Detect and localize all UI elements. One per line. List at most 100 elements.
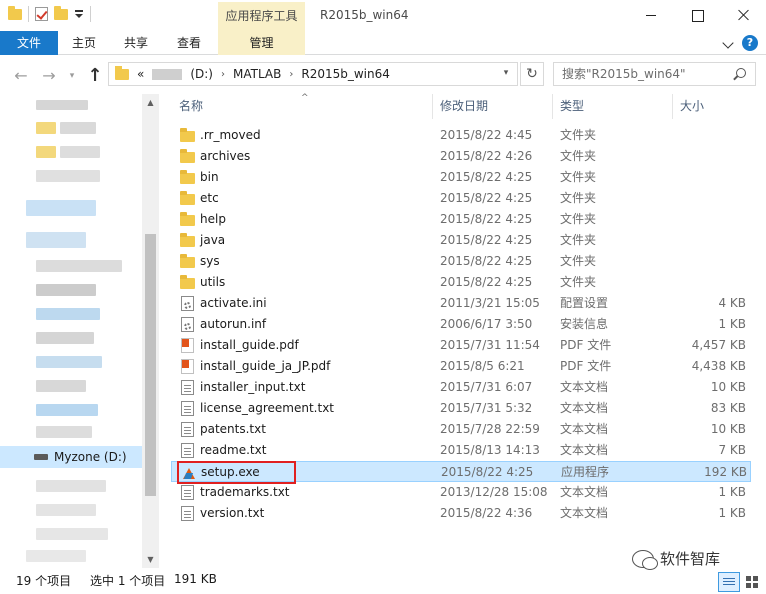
file-type: 应用程序 (561, 465, 610, 479)
search-icon[interactable] (736, 68, 746, 78)
blurred-nav-item (60, 146, 100, 158)
file-date: 2015/8/22 4:25 (441, 465, 534, 479)
file-type: 文件夹 (560, 275, 597, 289)
file-row[interactable]: etc 2015/8/22 4:25 文件夹 (171, 188, 751, 209)
drive-icon (34, 454, 48, 460)
scroll-up-icon[interactable]: ▲ (142, 94, 159, 111)
back-arrow-icon[interactable]: ← (12, 67, 30, 85)
file-type: 文本文档 (560, 443, 609, 457)
file-date: 2015/8/22 4:36 (440, 506, 533, 520)
breadcrumb-current[interactable]: R2015b_win64 (301, 67, 390, 81)
refresh-icon[interactable]: ↻ (520, 62, 544, 86)
recent-locations-icon[interactable]: ▾ (66, 67, 78, 85)
chevron-down-icon[interactable] (722, 37, 734, 49)
annotation-highlight (177, 461, 296, 484)
tab-view[interactable]: 查看 (165, 31, 213, 55)
folder-icon[interactable] (8, 5, 22, 20)
file-row[interactable]: java 2015/8/22 4:25 文件夹 (171, 230, 751, 251)
file-row[interactable]: trademarks.txt 2013/12/28 15:08 文本文档 1 KB (171, 482, 751, 503)
file-date: 2015/7/31 11:54 (440, 338, 540, 352)
breadcrumb-overflow[interactable]: « (137, 67, 144, 81)
file-name: .rr_moved (200, 128, 261, 142)
column-header-size[interactable]: 大小 (672, 94, 751, 119)
file-row[interactable]: sys 2015/8/22 4:25 文件夹 (171, 251, 751, 272)
breadcrumb-separator[interactable]: › (289, 69, 293, 80)
breadcrumb-drive[interactable]: (D:) (190, 67, 213, 81)
file-row[interactable]: autorun.inf 2006/6/17 3:50 安装信息 1 KB (171, 314, 751, 335)
column-header-type[interactable]: 类型 (552, 94, 672, 119)
file-date: 2006/6/17 3:50 (440, 317, 533, 331)
blurred-nav-item (36, 170, 100, 182)
file-type: 文件夹 (560, 128, 597, 142)
file-row[interactable]: activate.ini 2011/3/21 15:05 配置设置 4 KB (171, 293, 751, 314)
file-row[interactable]: readme.txt 2015/8/13 14:13 文本文档 7 KB (171, 440, 751, 461)
text-file-icon (181, 506, 194, 521)
file-name: help (200, 212, 226, 226)
forward-arrow-icon[interactable]: → (40, 67, 58, 85)
up-arrow-icon[interactable]: ↑ (86, 67, 104, 85)
file-date: 2015/7/28 22:59 (440, 422, 540, 436)
file-type: 配置设置 (560, 296, 609, 310)
breadcrumb-separator[interactable]: › (221, 69, 225, 80)
file-size: 192 KB (704, 465, 747, 479)
status-item-count: 19 个项目 (16, 574, 72, 588)
new-folder-icon[interactable] (54, 5, 68, 20)
close-icon[interactable] (720, 0, 766, 31)
file-name: installer_input.txt (200, 380, 306, 394)
file-date: 2015/8/5 6:21 (440, 359, 525, 373)
tab-home[interactable]: 主页 (60, 31, 108, 55)
file-date: 2011/3/21 15:05 (440, 296, 540, 310)
blurred-nav-item (36, 404, 98, 416)
file-size (679, 230, 746, 251)
column-header-date[interactable]: 修改日期 (432, 94, 552, 119)
file-row[interactable]: patents.txt 2015/7/28 22:59 文本文档 10 KB (171, 419, 751, 440)
tab-file[interactable]: 文件 (0, 31, 58, 55)
file-row[interactable]: archives 2015/8/22 4:26 文件夹 (171, 146, 751, 167)
file-date: 2015/8/22 4:26 (440, 149, 533, 163)
help-icon[interactable]: ? (742, 35, 758, 51)
file-size (679, 251, 746, 272)
file-row[interactable]: help 2015/8/22 4:25 文件夹 (171, 209, 751, 230)
status-selected: 选中 1 个项目 (90, 574, 166, 588)
properties-icon[interactable] (35, 7, 48, 21)
scroll-thumb[interactable] (145, 234, 156, 496)
file-size: 1 KB (718, 317, 746, 331)
large-icons-view-icon[interactable] (742, 572, 762, 592)
file-size: 1 KB (718, 485, 746, 499)
address-dropdown-icon[interactable]: ▾ (496, 62, 516, 86)
maximize-icon[interactable] (674, 0, 720, 31)
file-date: 2015/8/22 4:25 (440, 254, 533, 268)
search-input[interactable]: 搜索"R2015b_win64" (553, 62, 756, 86)
file-name: etc (200, 191, 219, 205)
blurred-nav-item (36, 122, 56, 134)
navigation-bar: ← → ▾ ↑ « (D:) › MATLAB › R2015b_win64 ▾… (0, 56, 766, 94)
file-size: 4,438 KB (691, 359, 746, 373)
window-controls (628, 0, 766, 31)
details-view-icon[interactable] (718, 572, 740, 592)
file-row[interactable]: version.txt 2015/8/22 4:36 文本文档 1 KB (171, 503, 751, 524)
minimize-icon[interactable] (628, 0, 674, 31)
file-row[interactable]: bin 2015/8/22 4:25 文件夹 (171, 167, 751, 188)
file-row[interactable]: .rr_moved 2015/8/22 4:45 文件夹 (171, 125, 751, 146)
nav-scrollbar[interactable]: ▲ ▼ (142, 94, 159, 568)
status-bar: 19 个项目 选中 1 个项目 191 KB (0, 568, 766, 594)
file-row[interactable]: license_agreement.txt 2015/7/31 5:32 文本文档 8… (171, 398, 751, 419)
file-name: install_guide.pdf (200, 338, 299, 352)
text-file-icon (181, 401, 194, 416)
file-row[interactable]: install_guide_ja_JP.pdf 2015/8/5 6:21 PDF … (171, 356, 751, 377)
address-bar[interactable]: « (D:) › MATLAB › R2015b_win64 (108, 62, 518, 86)
file-date: 2015/8/22 4:45 (440, 128, 533, 142)
file-row[interactable]: installer_input.txt 2015/7/31 6:07 文本文档 10 … (171, 377, 751, 398)
customize-toolbar-icon[interactable] (74, 9, 84, 19)
file-row[interactable]: install_guide.pdf 2015/7/31 11:54 PDF 文件 4,… (171, 335, 751, 356)
file-date: 2015/7/31 6:07 (440, 380, 533, 394)
scroll-down-icon[interactable]: ▼ (142, 551, 159, 568)
file-type: 文件夹 (560, 170, 597, 184)
breadcrumb-matlab[interactable]: MATLAB (233, 67, 281, 81)
blurred-nav-item (36, 284, 96, 296)
tab-manage[interactable]: 管理 (218, 31, 305, 55)
file-name: readme.txt (200, 443, 267, 457)
file-row[interactable]: utils 2015/8/22 4:25 文件夹 (171, 272, 751, 293)
nav-item-drive-d[interactable]: Myzone (D:) (0, 446, 142, 468)
tab-share[interactable]: 共享 (112, 31, 160, 55)
